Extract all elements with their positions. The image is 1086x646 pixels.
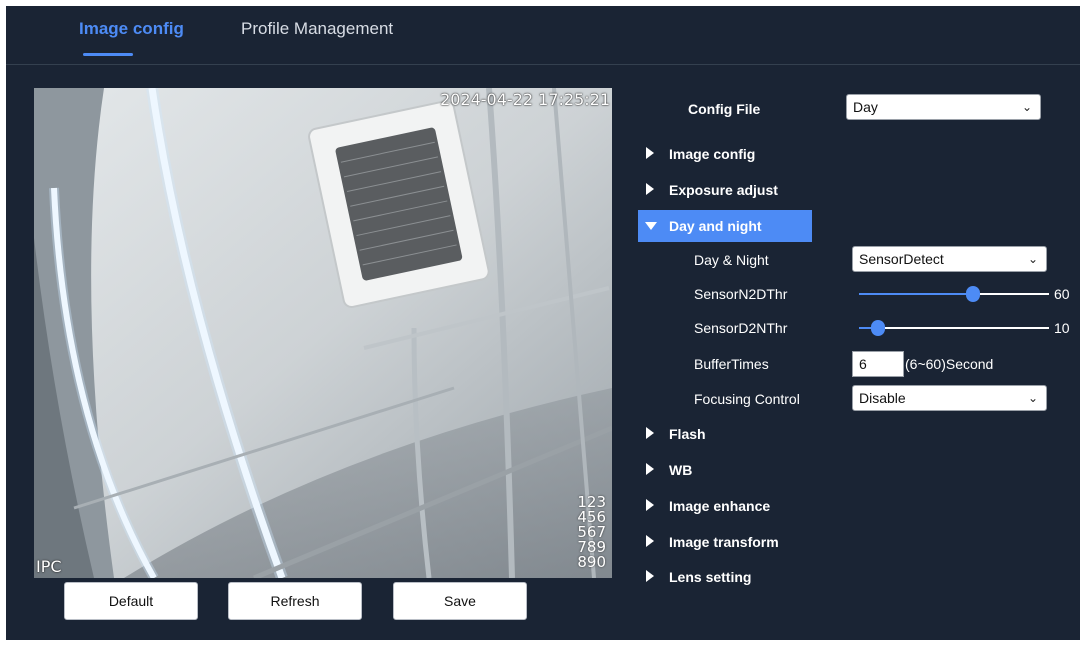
caret-right-icon (646, 499, 654, 511)
sensor-d2n-value: 10 (1054, 320, 1070, 336)
day-night-mode-value: SensorDetect (859, 251, 944, 267)
caret-right-icon (646, 463, 654, 475)
caret-right-icon (646, 147, 654, 159)
tab-profile-management[interactable]: Profile Management (241, 19, 393, 39)
section-label: Exposure adjust (669, 182, 778, 198)
caret-right-icon (646, 570, 654, 582)
section-lens-setting[interactable]: Lens setting (638, 561, 812, 593)
focusing-control-select[interactable]: Disable ⌄ (852, 385, 1047, 411)
sensor-n2d-value: 60 (1054, 286, 1070, 302)
osd-line: 890 (577, 553, 606, 571)
buffer-times-label: BufferTimes (694, 356, 769, 372)
config-file-value: Day (853, 99, 878, 115)
caret-right-icon (646, 183, 654, 195)
osd-timestamp: 2024-04-22 17:25:21 (440, 90, 610, 109)
section-label: Flash (669, 426, 706, 442)
tab-image-config[interactable]: Image config (79, 19, 184, 39)
day-night-mode-select[interactable]: SensorDetect ⌄ (852, 246, 1047, 272)
sensor-n2d-label: SensorN2DThr (694, 286, 788, 302)
chevron-down-icon: ⌄ (1027, 391, 1038, 405)
camera-image (34, 88, 612, 578)
config-file-label: Config File (688, 101, 761, 117)
buffer-times-input[interactable]: 6 (852, 351, 904, 377)
config-file-select[interactable]: Day ⌄ (846, 94, 1041, 120)
focusing-control-label: Focusing Control (694, 391, 800, 407)
section-label: Image enhance (669, 498, 771, 514)
app-frame: Image config Profile Management 2024-04-… (6, 6, 1080, 640)
slider-track (859, 327, 1049, 329)
sensor-d2n-label: SensorD2NThr (694, 320, 788, 336)
section-image-transform[interactable]: Image transform (638, 526, 812, 558)
section-label: Day and night (669, 218, 762, 234)
caret-right-icon (646, 535, 654, 547)
sensor-n2d-slider[interactable] (859, 282, 1049, 306)
section-day-and-night[interactable]: Day and night (638, 210, 812, 242)
section-wb[interactable]: WB (638, 454, 812, 486)
save-button[interactable]: Save (393, 582, 527, 620)
focusing-control-value: Disable (859, 390, 906, 406)
section-label: Lens setting (669, 569, 752, 585)
section-label: Image config (669, 146, 756, 162)
video-preview[interactable]: 2024-04-22 17:25:21 IPC 123 456 567 789 … (34, 88, 612, 578)
slider-thumb[interactable] (966, 286, 980, 302)
section-image-config[interactable]: Image config (638, 138, 812, 170)
sensor-d2n-slider[interactable] (859, 316, 1049, 340)
slider-fill (859, 293, 973, 295)
osd-channel-name: IPC (36, 557, 62, 576)
day-night-mode-label: Day & Night (694, 252, 769, 268)
refresh-button[interactable]: Refresh (228, 582, 362, 620)
section-label: Image transform (669, 534, 779, 550)
slider-thumb[interactable] (871, 320, 885, 336)
active-tab-indicator (83, 53, 133, 56)
section-label: WB (669, 462, 693, 478)
chevron-down-icon: ⌄ (1027, 252, 1038, 266)
section-flash[interactable]: Flash (638, 418, 812, 450)
chevron-down-icon: ⌄ (1021, 100, 1032, 114)
osd-text-lines: 123 456 567 789 890 (577, 495, 606, 570)
section-image-enhance[interactable]: Image enhance (638, 490, 812, 522)
caret-right-icon (646, 427, 654, 439)
buffer-times-hint: (6~60)Second (905, 356, 994, 372)
default-button[interactable]: Default (64, 582, 198, 620)
section-exposure-adjust[interactable]: Exposure adjust (638, 174, 812, 206)
tab-bar: Image config Profile Management (6, 6, 1080, 65)
caret-down-icon (645, 222, 657, 230)
